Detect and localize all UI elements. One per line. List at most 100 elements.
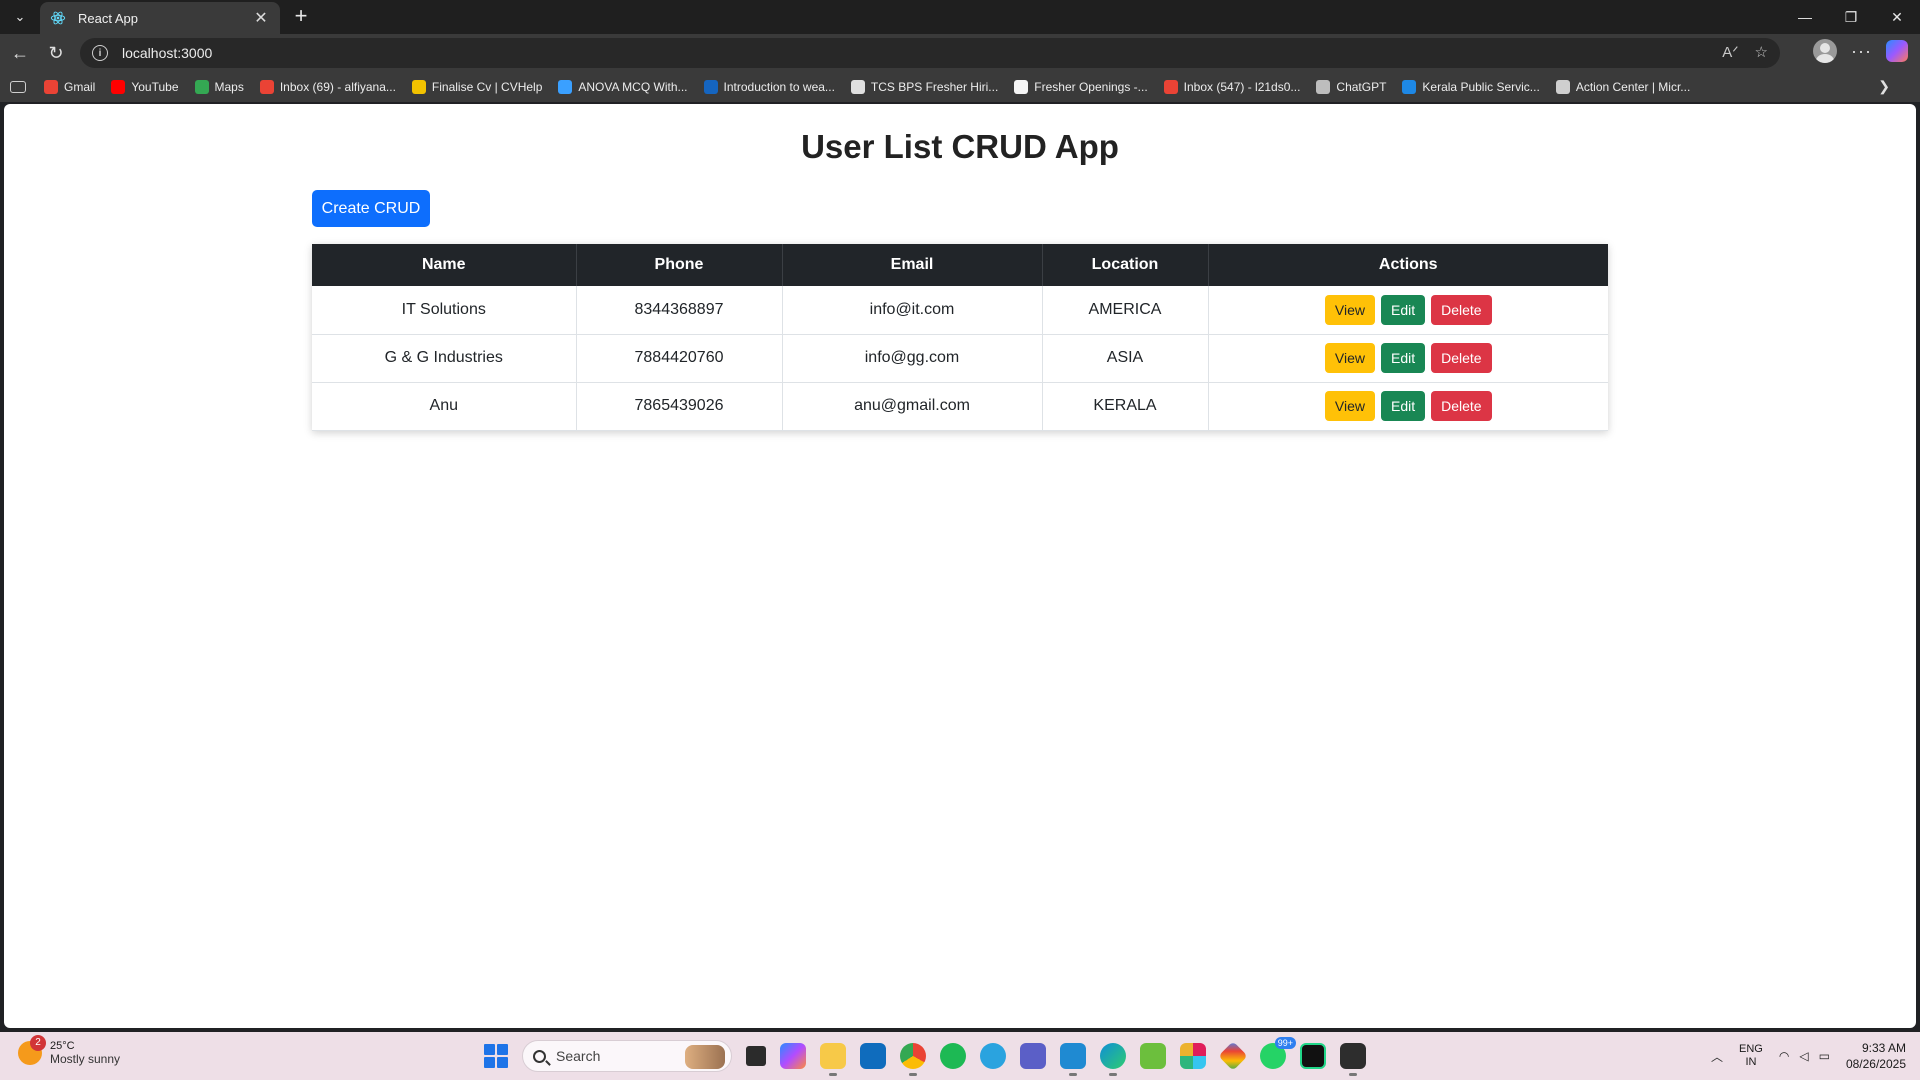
- bookmark-item[interactable]: YouTube: [111, 80, 179, 94]
- terminal-icon[interactable]: [1340, 1043, 1366, 1076]
- edit-button[interactable]: Edit: [1381, 343, 1426, 373]
- bookmark-favicon-icon: [1555, 80, 1570, 94]
- bookmark-item[interactable]: Maps: [194, 80, 244, 94]
- vscode-icon[interactable]: [1060, 1043, 1086, 1076]
- view-button[interactable]: View: [1324, 343, 1375, 373]
- search-highlight-image: [685, 1045, 725, 1069]
- delete-button[interactable]: Delete: [1431, 294, 1492, 325]
- edge-icon[interactable]: [1100, 1043, 1126, 1076]
- tab-search-menu-icon[interactable]: ⌄: [8, 6, 32, 28]
- edit-button[interactable]: Edit: [1381, 391, 1426, 421]
- profile-avatar-icon[interactable]: [1813, 39, 1838, 63]
- reload-icon[interactable]: ↻: [44, 41, 68, 65]
- table-row: G & G Industries 7884420760 info@gg.com …: [312, 334, 1608, 383]
- sidebar-toggle-icon[interactable]: [10, 81, 26, 93]
- bookmark-item[interactable]: TCS BPS Fresher Hiri...: [850, 80, 998, 94]
- cell-actions: View Edit Delete: [1208, 286, 1608, 335]
- wifi-icon[interactable]: ◠: [1779, 1049, 1789, 1063]
- cell-phone: 8344368897: [576, 286, 783, 335]
- page-content: User List CRUD App Create CRUD Name Phon…: [4, 104, 1916, 1028]
- cell-email: info@gg.com: [782, 334, 1043, 383]
- show-hidden-icons-chevron-icon[interactable]: ︿: [1711, 1048, 1723, 1065]
- cell-location: AMERICA: [1042, 286, 1209, 335]
- pycharm-icon[interactable]: [1300, 1043, 1326, 1069]
- site-info-icon[interactable]: i: [92, 45, 108, 61]
- cell-name: G & G Industries: [312, 334, 577, 383]
- telegram-icon[interactable]: [980, 1043, 1006, 1069]
- sun-icon: 2: [18, 1035, 46, 1065]
- favorite-star-icon[interactable]: ☆: [1755, 43, 1768, 61]
- view-button[interactable]: View: [1324, 391, 1375, 421]
- bookmark-item[interactable]: Kerala Public Servic...: [1402, 80, 1540, 94]
- react-logo-icon: [50, 11, 66, 25]
- new-tab-icon[interactable]: +: [288, 4, 314, 30]
- column-header-location: Location: [1042, 244, 1209, 286]
- view-button[interactable]: View: [1324, 294, 1375, 325]
- file-explorer-icon[interactable]: [820, 1043, 846, 1076]
- bookmark-label: Action Center | Micr...: [1575, 80, 1691, 94]
- create-crud-button[interactable]: Create CRUD: [312, 190, 430, 227]
- bookmark-item[interactable]: Inbox (69) - alfiyana...: [259, 80, 396, 94]
- bookmark-item[interactable]: ChatGPT: [1316, 80, 1386, 94]
- tab-react-app[interactable]: React App ✕: [40, 2, 280, 34]
- restore-icon[interactable]: ❐: [1828, 0, 1874, 34]
- column-header-name: Name: [312, 244, 577, 286]
- more-menu-icon[interactable]: ···: [1851, 41, 1872, 62]
- bookmark-item[interactable]: Finalise Cv | CVHelp: [411, 80, 542, 94]
- bookmark-item[interactable]: Fresher Openings -...: [1014, 80, 1148, 94]
- weather-description: Mostly sunny: [50, 1052, 121, 1066]
- clock[interactable]: 9:33 AM 08/26/2025: [1846, 1040, 1906, 1072]
- bookmark-favicon-icon: [1402, 80, 1417, 94]
- chrome-icon[interactable]: [900, 1043, 926, 1076]
- tab-close-icon[interactable]: ✕: [252, 8, 270, 28]
- bookmark-label: ANOVA MCQ With...: [578, 80, 688, 94]
- bookmark-item[interactable]: Inbox (547) - l21ds0...: [1163, 80, 1300, 94]
- minimize-icon[interactable]: —: [1782, 0, 1828, 34]
- bookmark-item[interactable]: Gmail: [44, 80, 95, 94]
- whatsapp-badge: 99+: [1274, 1037, 1296, 1049]
- clock-date: 08/26/2025: [1845, 1057, 1906, 1071]
- column-header-phone: Phone: [576, 244, 783, 286]
- volume-icon[interactable]: ◁: [1799, 1049, 1808, 1063]
- table-row: IT Solutions 8344368897 info@it.com AMER…: [312, 286, 1608, 335]
- notepad-plus-icon[interactable]: [1140, 1043, 1166, 1069]
- gemini-app-icon[interactable]: [1218, 1041, 1248, 1071]
- copilot-icon[interactable]: [1886, 40, 1908, 62]
- bookmark-label: Introduction to wea...: [723, 80, 835, 94]
- copilot-app-icon[interactable]: [780, 1043, 806, 1069]
- system-tray: ︿ ENG IN ◠ ◁ ▭ 9:33 AM 08/26/2025: [1711, 1040, 1906, 1072]
- address-bar[interactable]: i localhost:3000 Aᐟ ☆: [80, 38, 1780, 68]
- back-arrow-icon[interactable]: ←: [8, 41, 32, 65]
- weather-temperature: 25°C: [50, 1040, 75, 1052]
- cell-email: info@it.com: [782, 286, 1043, 335]
- battery-icon[interactable]: ▭: [1819, 1049, 1830, 1063]
- weather-widget[interactable]: 2 25°C Mostly sunny: [18, 1035, 121, 1066]
- bookmarks-overflow-icon[interactable]: ❯: [1878, 78, 1890, 95]
- delete-button[interactable]: Delete: [1431, 343, 1492, 373]
- outlook-icon[interactable]: [860, 1043, 886, 1069]
- url-text: localhost:3000: [122, 45, 213, 61]
- bookmark-item[interactable]: Action Center | Micr...: [1555, 80, 1691, 94]
- bookmark-favicon-icon: [259, 80, 274, 94]
- task-view-icon[interactable]: [746, 1046, 766, 1066]
- spotify-icon[interactable]: [940, 1043, 966, 1069]
- close-window-icon[interactable]: ✕: [1874, 0, 1920, 34]
- bookmark-label: Gmail: [64, 80, 96, 94]
- teams-icon[interactable]: [1020, 1043, 1046, 1069]
- language-indicator[interactable]: ENG IN: [1739, 1043, 1763, 1069]
- language-code: ENG: [1739, 1043, 1763, 1055]
- bookmark-favicon-icon: [703, 80, 718, 94]
- bookmark-favicon-icon: [1163, 80, 1178, 94]
- read-aloud-icon[interactable]: Aᐟ: [1722, 43, 1738, 61]
- bookmark-item[interactable]: ANOVA MCQ With...: [558, 80, 688, 94]
- weather-badge: 2: [30, 1035, 46, 1051]
- windows-start-icon[interactable]: [484, 1044, 508, 1068]
- slack-icon[interactable]: [1180, 1043, 1206, 1069]
- whatsapp-icon[interactable]: 99+: [1260, 1037, 1296, 1069]
- delete-button[interactable]: Delete: [1431, 391, 1492, 421]
- taskbar-search[interactable]: Search: [522, 1040, 732, 1072]
- edit-button[interactable]: Edit: [1381, 294, 1426, 325]
- bookmark-item[interactable]: Introduction to wea...: [703, 80, 835, 94]
- bookmark-favicon-icon: [850, 80, 865, 94]
- bookmarks-bar: Gmail YouTube Maps Inbox (69) - alfiyana...…: [0, 72, 1920, 102]
